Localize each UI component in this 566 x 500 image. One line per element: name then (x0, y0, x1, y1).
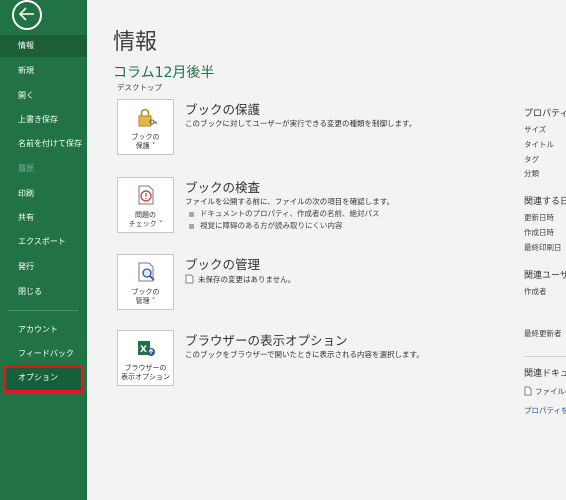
browser-options-desc: このブックをブラウザーで開いたときに表示される内容を選択します。 (185, 350, 424, 359)
browser-button-label-1: ブラウザーの (124, 364, 167, 372)
browser-button-label-2: 表示オプション (121, 373, 170, 381)
nav-export[interactable]: エクスポート (0, 231, 87, 253)
protect-workbook-button[interactable]: ブックの 保護 ˅ (117, 99, 174, 155)
people-label: 最終更新者 (524, 329, 562, 338)
file-icon (524, 386, 532, 398)
nav-options[interactable]: オプション (3, 365, 84, 393)
property-label: サイズ (524, 125, 547, 134)
related-docs-header: 関連ドキュ (524, 369, 566, 379)
related-dates-header: 関連する日 (524, 197, 566, 207)
properties-header[interactable]: プロパティ ˅ (524, 106, 566, 119)
browser-view-options-button[interactable]: X ブラウザーの 表示オプション (117, 330, 174, 386)
nav-publish[interactable]: 発行 (0, 256, 87, 278)
people-label: 作成者 (524, 287, 547, 296)
browser-options-title: ブラウザーの表示オプション (185, 333, 348, 348)
inspect-desc: ファイルを公開する前に、ファイルの次の項目を確認します。 (185, 197, 395, 206)
protect-button-label-1: ブックの (131, 133, 160, 141)
property-label: タイトル (524, 140, 554, 149)
manage-workbook-button[interactable]: ブックの 管理 ˅ (117, 254, 174, 310)
check-issues-button[interactable]: 問題の チェック ˅ (117, 177, 174, 233)
bullet-square-icon (189, 223, 194, 229)
back-arrow-icon (18, 6, 35, 25)
manage-button-label-1: ブックの (131, 288, 160, 296)
date-label: 更新日時 (524, 213, 554, 222)
protect-title: ブックの保護 (185, 102, 261, 117)
inspect-bullet: 視覚に障碍のある方が読み取りにくい内容 (189, 220, 342, 231)
info-pane: 情報 コラム12月後半 デスクトップ ブックの 保護 ˅ ブックの保護 このブッ… (87, 0, 566, 500)
inspect-document-icon (118, 184, 173, 209)
nav-feedback[interactable]: フィードバック (0, 343, 87, 365)
check-button-label-2: チェック ˅ (128, 220, 163, 228)
manage-workbook-icon (118, 261, 173, 286)
nav-account[interactable]: アカウント (0, 319, 87, 341)
date-label: 作成日時 (524, 228, 554, 237)
properties-divider (524, 356, 566, 357)
inspect-bullet-text: ドキュメントのプロパティ、作成者の名前、絶対パス (200, 209, 380, 218)
nav-new[interactable]: 新規 (0, 60, 87, 82)
nav-print[interactable]: 印刷 (0, 183, 87, 205)
manage-title: ブックの管理 (185, 257, 261, 272)
nav-open[interactable]: 開く (0, 85, 87, 107)
manage-desc-row: 未保存の変更はありません。 (185, 274, 295, 286)
nav-close[interactable]: 閉じる (0, 281, 87, 303)
document-name: コラム12月後半 (113, 65, 215, 81)
inspect-title: ブックの検査 (185, 180, 261, 195)
lock-key-icon (118, 106, 173, 131)
date-label: 最終印刷日 (524, 243, 562, 252)
nav-save-as[interactable]: 名前を付けて保存 (0, 133, 87, 155)
show-all-properties-link[interactable]: プロパティをす (524, 405, 566, 416)
nav-divider (8, 310, 78, 311)
property-label: タグ (524, 155, 539, 164)
nav-info[interactable]: 情報 (0, 35, 87, 57)
document-status-icon (185, 274, 194, 286)
browser-view-icon: X (118, 337, 173, 362)
document-location[interactable]: デスクトップ (117, 82, 162, 93)
nav-history: 履歴 (18, 164, 34, 173)
related-doc-row[interactable]: ファイルの (524, 386, 566, 398)
nav-share[interactable]: 共有 (0, 207, 87, 229)
protect-desc: このブックに対してユーザーが実行できる変更の種類を制御します。 (185, 119, 417, 128)
nav-save[interactable]: 上書き保存 (0, 109, 87, 131)
svg-text:X: X (140, 345, 147, 355)
page-title: 情報 (113, 30, 158, 55)
inspect-bullet: ドキュメントのプロパティ、作成者の名前、絶対パス (189, 208, 380, 219)
back-button[interactable] (12, 0, 42, 30)
related-doc-label: ファイルの (535, 387, 566, 396)
check-button-label-1: 問題の (135, 211, 156, 219)
manage-button-label-2: 管理 ˅ (135, 297, 156, 305)
related-people-header: 関連ユーザ (524, 271, 566, 281)
property-label: 分類 (524, 169, 539, 178)
manage-desc: 未保存の変更はありません。 (198, 275, 296, 284)
protect-button-label-2: 保護 ˅ (135, 142, 156, 150)
bullet-square-icon (189, 211, 194, 217)
backstage-sidebar: 情報 新規 開く 上書き保存 名前を付けて保存 履歴 印刷 共有 エクスポート … (0, 0, 87, 500)
inspect-bullet-text: 視覚に障碍のある方が読み取りにくい内容 (200, 221, 343, 230)
